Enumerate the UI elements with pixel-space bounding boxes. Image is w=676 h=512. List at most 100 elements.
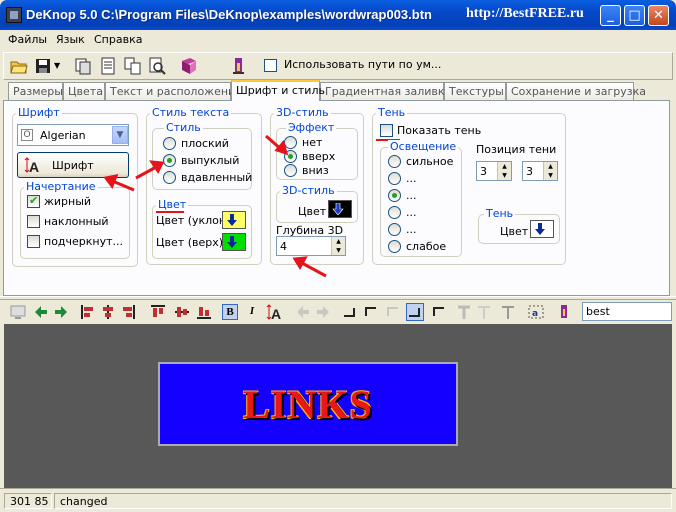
depth-3d-spinner[interactable]: 4 ▲ ▼ <box>276 236 346 256</box>
print-preview-icon[interactable] <box>148 57 166 75</box>
font-button-label: Шрифт <box>52 159 94 172</box>
exit-icon[interactable] <box>556 304 572 320</box>
lighting-radio-1[interactable] <box>388 172 401 185</box>
menu-files[interactable]: Файлы <box>8 33 47 46</box>
border-bottom-right-icon[interactable] <box>342 304 358 320</box>
svg-text:A: A <box>29 159 39 174</box>
align-top-icon[interactable] <box>150 304 166 320</box>
preview-button[interactable]: LINKS <box>158 362 458 446</box>
spin-up-icon[interactable]: ▲ <box>543 162 557 171</box>
button-text-value: best <box>586 305 610 318</box>
spin-up-icon[interactable]: ▲ <box>331 237 345 246</box>
exit-icon[interactable] <box>230 57 248 75</box>
copy-icon[interactable] <box>124 57 142 75</box>
effect-none-radio[interactable] <box>284 136 297 149</box>
shadow-pos-y-spinner[interactable]: 3 ▲ ▼ <box>522 161 558 181</box>
lighting-label-5: слабое <box>406 240 447 253</box>
style-sunken-radio[interactable] <box>163 171 176 184</box>
text-shadow-down-icon[interactable] <box>456 304 472 320</box>
tab-sizes[interactable]: Размеры <box>8 82 63 100</box>
border-top-disabled-icon[interactable] <box>384 304 400 320</box>
menu-language[interactable]: Язык <box>56 33 85 46</box>
spin-up-icon[interactable]: ▲ <box>497 162 511 171</box>
border-bottom-selected-icon[interactable] <box>406 303 424 321</box>
effect-up-radio[interactable] <box>284 150 297 163</box>
bold-icon[interactable]: B <box>222 304 238 320</box>
lighting-radio-5[interactable] <box>388 240 401 253</box>
status-coords: 301 85 <box>4 493 52 509</box>
text-border-icon[interactable]: a <box>528 304 544 320</box>
font-group-title: Шрифт <box>16 106 62 119</box>
minimize-button[interactable]: _ <box>600 5 621 26</box>
document-icon[interactable] <box>99 57 117 75</box>
save-dropdown-icon[interactable]: ▼ <box>54 61 62 79</box>
tab-text-layout[interactable]: Текст и расположение <box>105 82 242 100</box>
watermark: http://BestFREE.ru <box>466 6 584 21</box>
style-subgroup-title: Стиль <box>164 121 203 134</box>
lighting-radio-2[interactable] <box>388 189 401 202</box>
align-left-icon[interactable] <box>80 304 96 320</box>
shadow-position-label: Позиция тени <box>476 143 557 156</box>
shadow-pos-x-spinner[interactable]: 3 ▲ ▼ <box>476 161 512 181</box>
use-default-paths-checkbox[interactable] <box>264 59 277 72</box>
button-text-input[interactable]: best <box>582 302 672 321</box>
effect-none-label: нет <box>302 136 323 149</box>
border-top-left-icon[interactable] <box>362 304 378 320</box>
text-shadow-up-icon[interactable] <box>476 304 492 320</box>
color-top-swatch[interactable] <box>222 233 246 251</box>
font-button[interactable]: A Шрифт <box>17 152 129 178</box>
maximize-button[interactable]: □ <box>624 5 645 26</box>
menu-help[interactable]: Справка <box>94 33 142 46</box>
text-flat-icon[interactable] <box>500 304 516 320</box>
tab-save-load[interactable]: Сохранение и загрузка <box>506 82 646 100</box>
tab-colors[interactable]: Цвета <box>63 82 105 100</box>
italic-icon[interactable]: I <box>244 304 260 320</box>
align-right-icon[interactable] <box>120 304 136 320</box>
tab-font-style[interactable]: Шрифт и стиль <box>231 80 325 101</box>
align-center-icon[interactable] <box>100 304 116 320</box>
arrow-left-disabled-icon[interactable] <box>296 304 310 320</box>
use-default-paths-label: Использовать пути по ум... <box>284 58 442 71</box>
lighting-label-1: ... <box>406 172 417 185</box>
spin-down-icon[interactable]: ▼ <box>497 171 511 180</box>
effect-down-radio[interactable] <box>284 164 297 177</box>
arrow-right-icon[interactable] <box>54 304 68 320</box>
underline-checkbox[interactable] <box>27 235 40 248</box>
save-icon[interactable] <box>34 57 52 75</box>
arrow-right-disabled-icon[interactable] <box>316 304 330 320</box>
lighting-radio-4[interactable] <box>388 223 401 236</box>
align-bottom-icon[interactable] <box>196 304 212 320</box>
color-slope-swatch[interactable] <box>222 211 246 229</box>
style-flat-radio[interactable] <box>163 137 176 150</box>
copy-pages-icon[interactable] <box>74 57 92 75</box>
style-sunken-label: вдавленный <box>181 171 253 184</box>
open-folder-icon[interactable] <box>10 57 28 75</box>
book-icon[interactable] <box>180 57 198 75</box>
lighting-radio-3[interactable] <box>388 206 401 219</box>
show-shadow-checkbox[interactable] <box>380 124 393 137</box>
align-middle-icon[interactable] <box>174 304 190 320</box>
italic-checkbox[interactable] <box>27 215 40 228</box>
tab-gradient[interactable]: Градиентная заливка <box>320 82 451 100</box>
spin-down-icon[interactable]: ▼ <box>331 246 345 255</box>
color-3d-swatch[interactable] <box>328 200 352 218</box>
arrow-down-icon <box>332 203 344 215</box>
menu-bar: Файлы Язык Справка <box>0 30 676 50</box>
tab-textures[interactable]: Текстуры <box>444 82 506 100</box>
monitor-icon[interactable] <box>10 304 26 320</box>
font-size-icon[interactable]: A <box>266 303 284 321</box>
spin-down-icon[interactable]: ▼ <box>543 171 557 180</box>
style-raised-radio[interactable] <box>163 154 176 167</box>
bold-checkbox[interactable] <box>27 194 40 208</box>
border-top-left-icon[interactable] <box>430 304 446 320</box>
chevron-down-icon[interactable]: ▼ <box>112 126 128 144</box>
color-subgroup-title: Цвет <box>156 198 189 211</box>
font-select[interactable]: O Algerian ▼ <box>17 124 129 146</box>
bold-label: жирный <box>44 195 92 208</box>
lighting-radio-0[interactable] <box>388 155 401 168</box>
arrow-left-icon[interactable] <box>34 304 48 320</box>
shadow-color-swatch[interactable] <box>530 220 554 238</box>
shadow-color-subgroup-title: Тень <box>484 207 516 220</box>
arrow-down-icon <box>535 223 545 235</box>
close-button[interactable]: ✕ <box>648 5 669 26</box>
